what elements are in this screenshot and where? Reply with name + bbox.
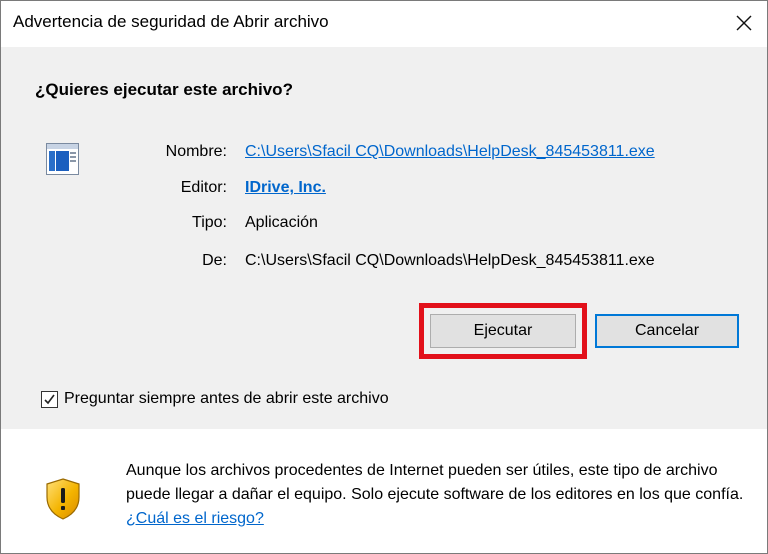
warning-message: Aunque los archivos procedentes de Inter… [126,459,756,531]
close-icon [736,15,752,31]
close-button[interactable] [727,7,761,39]
cancel-button[interactable]: Cancelar [595,314,739,348]
window-title: Advertencia de seguridad de Abrir archiv… [13,12,329,31]
warning-text: Aunque los archivos procedentes de Inter… [126,462,744,503]
always-ask-option[interactable]: Preguntar siempre antes de abrir este ar… [41,388,389,410]
publisher-label: Editor: [180,179,227,196]
application-file-icon [46,143,79,175]
security-warning-dialog: Advertencia de seguridad de Abrir archiv… [0,0,768,554]
run-button[interactable]: Ejecutar [430,314,576,348]
risk-link[interactable]: ¿Cuál es el riesgo? [126,510,264,527]
checkmark-icon [44,394,55,404]
details-pane: ¿Quieres ejecutar este archivo? Nombre: … [1,47,767,429]
name-label: Nombre: [165,143,227,160]
type-label: Tipo: [192,214,227,231]
type-value: Aplicación [245,214,318,231]
from-value: C:\Users\Sfacil CQ\Downloads\HelpDesk_84… [245,252,655,269]
title-bar[interactable]: Advertencia de seguridad de Abrir archiv… [1,1,767,47]
security-shield-icon [45,478,81,520]
file-name-link[interactable]: C:\Users\Sfacil CQ\Downloads\HelpDesk_84… [245,143,655,161]
warning-pane: Aunque los archivos procedentes de Inter… [1,429,767,553]
always-ask-checkbox[interactable] [41,390,58,408]
from-label: De: [202,252,227,269]
always-ask-label: Preguntar siempre antes de abrir este ar… [64,390,389,407]
publisher-link[interactable]: IDrive, Inc. [245,179,326,197]
prompt-question: ¿Quieres ejecutar este archivo? [35,80,293,99]
